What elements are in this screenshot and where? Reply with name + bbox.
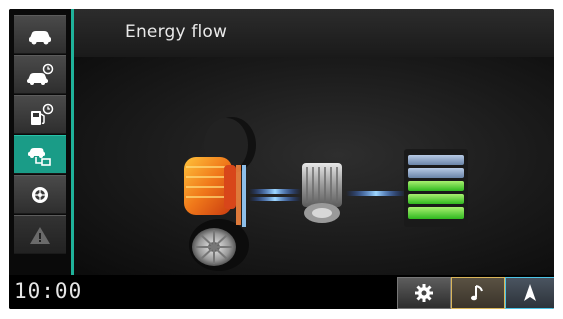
energy-flow-icon	[28, 147, 51, 166]
car-trip-timer-icon	[27, 63, 54, 85]
settings-button[interactable]	[397, 277, 451, 309]
fuel-timer-icon	[31, 103, 54, 125]
sidebar-item-trip[interactable]	[14, 55, 66, 94]
sidebar	[9, 9, 74, 275]
axle-beam-blue	[242, 165, 246, 227]
music-note-icon	[471, 285, 483, 301]
energy-beam-engine-motor	[249, 189, 301, 194]
axle-beam-orange	[236, 165, 241, 225]
sidebar-item-warnings[interactable]	[14, 215, 66, 254]
sidebar-item-tires[interactable]	[14, 175, 66, 214]
battery-pack	[404, 149, 468, 227]
front-wheel	[189, 219, 249, 271]
bottom-bar: 10:00	[9, 275, 554, 309]
header-bar: Energy flow	[74, 9, 554, 57]
warning-icon	[30, 226, 50, 244]
car-icon	[29, 30, 51, 44]
navigation-button[interactable]	[505, 277, 554, 309]
electric-motor	[302, 163, 342, 223]
energy-beam-motor-battery	[346, 191, 406, 196]
energy-beam-engine-motor-2	[249, 197, 301, 201]
energy-flow-screen: Energy flow 10:00	[9, 9, 554, 309]
sidebar-item-fuel[interactable]	[14, 95, 66, 134]
combustion-engine	[184, 157, 236, 215]
sidebar-item-vehicle[interactable]	[14, 15, 66, 54]
navigation-arrow-icon	[524, 284, 536, 301]
sidebar-item-energy-flow[interactable]	[14, 135, 66, 174]
media-button[interactable]	[451, 277, 505, 309]
clock: 10:00	[14, 279, 83, 303]
energy-flow-graphic	[184, 117, 468, 271]
tire-icon	[32, 186, 48, 203]
settings-gear-icon	[415, 284, 433, 302]
energy-flow-diagram	[74, 57, 554, 275]
page-title: Energy flow	[125, 22, 228, 42]
